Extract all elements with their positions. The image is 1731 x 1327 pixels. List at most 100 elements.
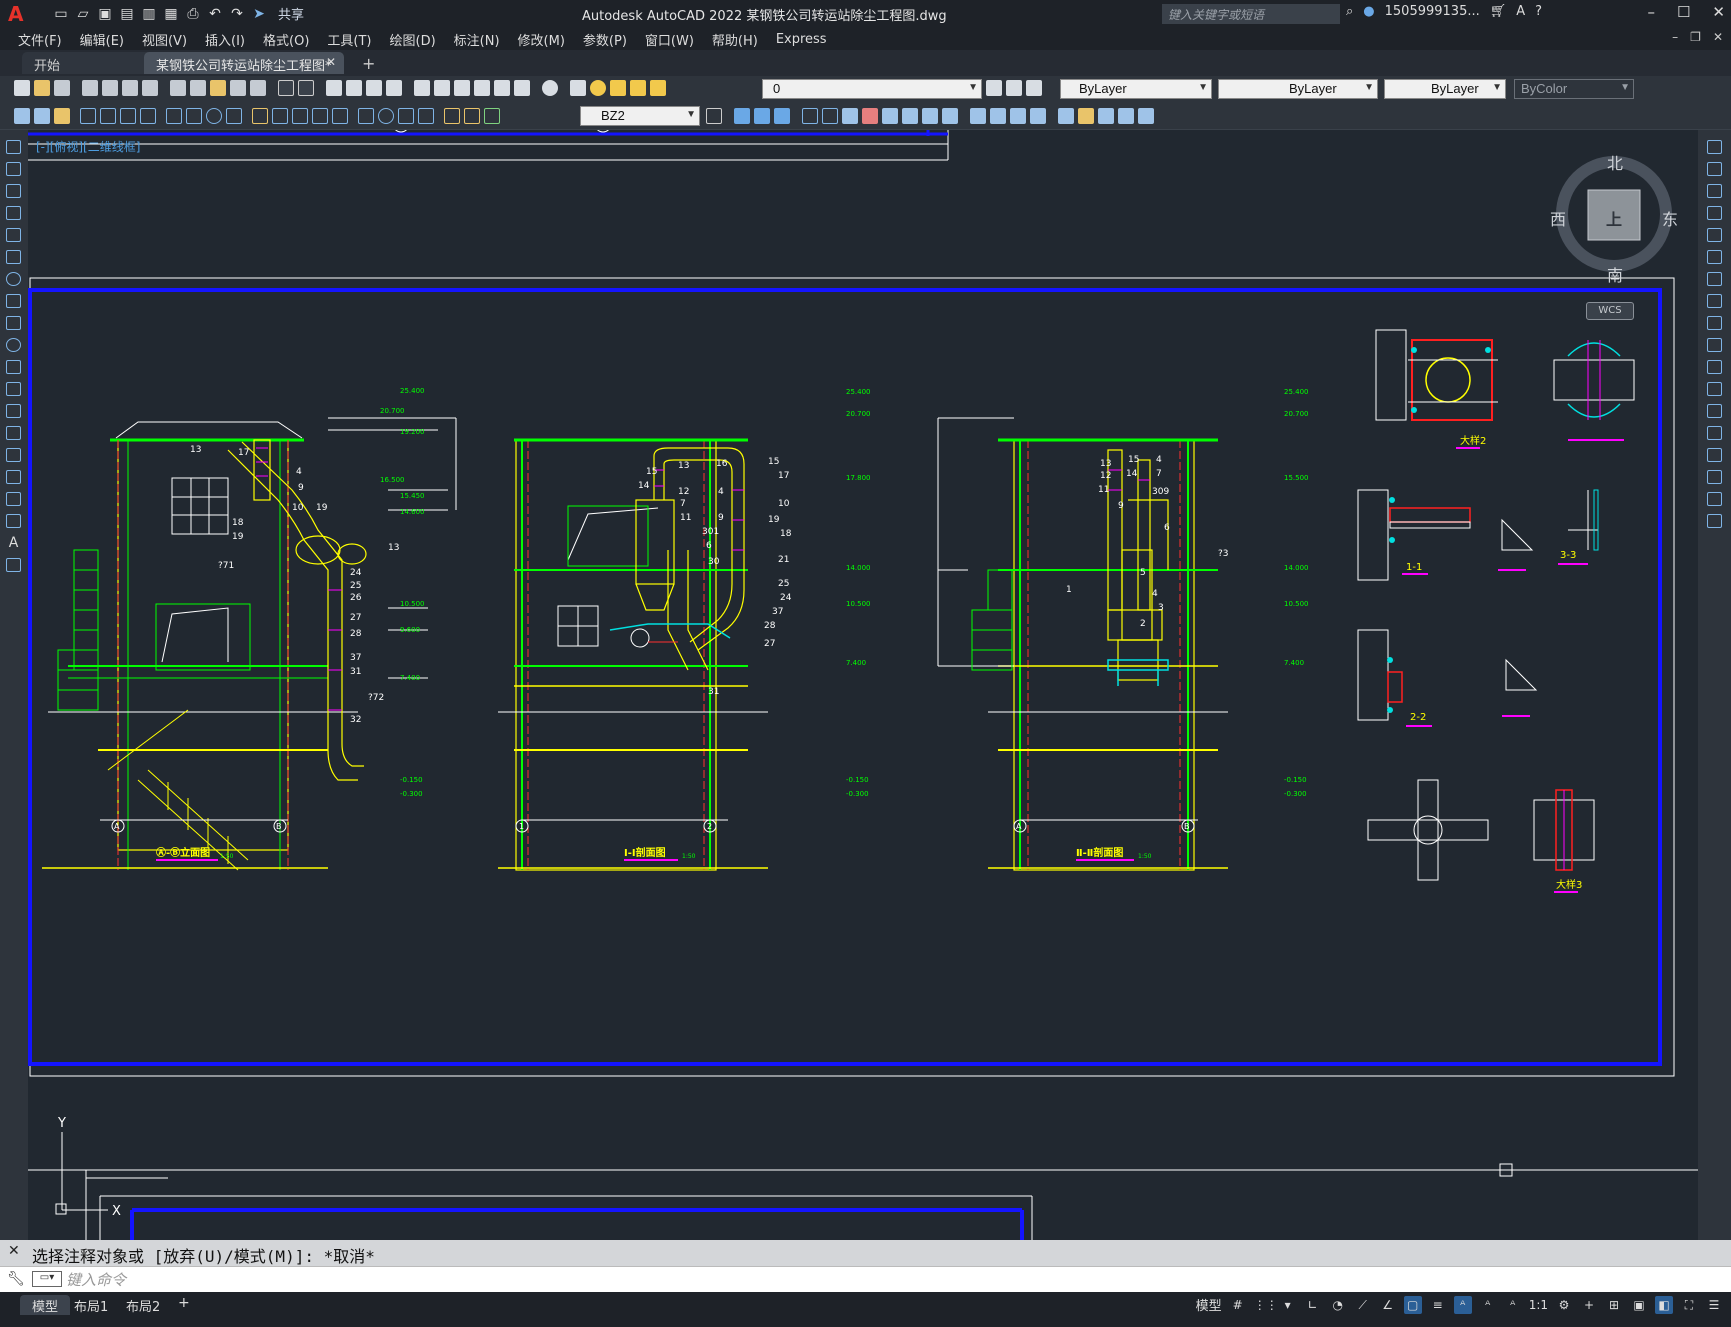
menu-window[interactable]: 窗口(W): [645, 30, 694, 49]
linetype-dropdown[interactable]: ByLayer ▼: [1218, 79, 1378, 99]
dim-linear-icon[interactable]: [80, 108, 96, 124]
move-icon[interactable]: [1707, 250, 1722, 264]
redo-tool-icon[interactable]: [298, 80, 314, 96]
menu-edit[interactable]: 编辑(E): [80, 30, 124, 49]
workspace-gear-icon[interactable]: ⚙: [1555, 1296, 1573, 1314]
menu-draw[interactable]: 绘图(D): [390, 30, 436, 49]
jog-linear-icon[interactable]: [418, 108, 434, 124]
open-web-icon[interactable]: ▥: [140, 5, 158, 23]
user-icon[interactable]: ●: [1363, 4, 1374, 19]
search-input[interactable]: 键入关键字或短语: [1162, 4, 1340, 24]
open-file-icon[interactable]: ▱: [74, 5, 92, 23]
snap-icon[interactable]: ⋮⋮: [1254, 1296, 1278, 1314]
design-center-icon[interactable]: [434, 80, 450, 96]
make-block-icon[interactable]: [6, 404, 21, 418]
annotate-icon[interactable]: [14, 108, 30, 124]
layer-dropdown[interactable]: 0 ▼: [762, 79, 982, 99]
cart-icon[interactable]: 🛒︎: [1490, 4, 1507, 19]
match-prop-icon[interactable]: [230, 80, 246, 96]
undo-icon[interactable]: ↶: [206, 5, 224, 23]
mirror-icon[interactable]: [1707, 184, 1722, 198]
tolerance-icon[interactable]: [358, 108, 374, 124]
minimize-icon[interactable]: –: [1647, 3, 1655, 21]
markup-icon[interactable]: [494, 80, 510, 96]
zoom-previous-icon[interactable]: [386, 80, 402, 96]
viewport3-icon[interactable]: [1138, 108, 1154, 124]
circle-icon[interactable]: [6, 272, 21, 286]
extend-icon[interactable]: [1707, 360, 1722, 374]
menu-dimension[interactable]: 标注(N): [454, 30, 500, 49]
layer-thaw-icon[interactable]: [610, 80, 626, 96]
ucs-icon[interactable]: [802, 108, 818, 124]
ucs-origin-icon[interactable]: [922, 108, 938, 124]
annotation-scale-value[interactable]: 1:1: [1529, 1298, 1548, 1312]
array-icon[interactable]: [1707, 228, 1722, 242]
copy-object-icon[interactable]: [1707, 162, 1722, 176]
tab-drawing[interactable]: 某钢铁公司转运站除尘工程图* ✕: [144, 52, 344, 74]
ellipse-icon[interactable]: [6, 338, 21, 352]
add-icon[interactable]: +: [1580, 1296, 1598, 1314]
annotation-scale-icon[interactable]: ᴬ: [1504, 1296, 1522, 1314]
close-icon[interactable]: ✕: [1712, 3, 1725, 21]
isolate-icon[interactable]: ◧: [1655, 1295, 1673, 1314]
dim-ordinate-icon[interactable]: [140, 108, 156, 124]
preview-icon[interactable]: [102, 80, 118, 96]
line-icon[interactable]: [6, 140, 21, 154]
spline-icon[interactable]: [6, 316, 21, 330]
visual-style5-icon[interactable]: [1058, 108, 1074, 124]
layout-tab-1[interactable]: 布局1: [62, 1295, 120, 1315]
trim-icon[interactable]: [1707, 338, 1722, 352]
quick-props-icon[interactable]: ▣: [1630, 1296, 1648, 1314]
offset-icon[interactable]: [1707, 206, 1722, 220]
layer-on-icon[interactable]: [590, 80, 606, 96]
hatch-icon[interactable]: [6, 448, 21, 462]
dim-baseline-icon[interactable]: [272, 108, 288, 124]
dim-style-icon[interactable]: [706, 108, 722, 124]
doc-minimize-icon[interactable]: –: [1672, 30, 1678, 44]
tab-start[interactable]: 开始: [22, 52, 152, 74]
redo-icon[interactable]: ↷: [228, 5, 246, 23]
join-icon[interactable]: [1707, 426, 1722, 440]
plot-icon[interactable]: ⎙: [184, 5, 202, 23]
wrench-icon[interactable]: 🔧︎: [7, 1271, 25, 1287]
layer-lock-icon[interactable]: [650, 80, 666, 96]
3dprint-icon[interactable]: [142, 80, 158, 96]
customize-icon[interactable]: ☰: [1705, 1296, 1723, 1314]
ucs-view-icon[interactable]: [902, 108, 918, 124]
autodesk-app-icon[interactable]: A: [1516, 4, 1525, 19]
paste-icon[interactable]: [210, 80, 226, 96]
copy-icon[interactable]: [190, 80, 206, 96]
dim-aligned-icon[interactable]: [100, 108, 116, 124]
share-button[interactable]: 共享: [278, 4, 304, 23]
wcs-menu[interactable]: WCS: [1586, 302, 1634, 320]
compass-east[interactable]: 东: [1662, 206, 1678, 230]
dim-tedit-icon[interactable]: [464, 108, 480, 124]
doc-close-icon[interactable]: ✕: [1713, 30, 1723, 44]
region-icon[interactable]: [6, 492, 21, 506]
command-close-icon[interactable]: ✕: [8, 1243, 20, 1259]
viewcube-top-face[interactable]: 上: [1606, 206, 1622, 230]
publish-icon[interactable]: [122, 80, 138, 96]
annotation-visibility-icon[interactable]: ᴬ: [1453, 1295, 1472, 1314]
help-tool-icon[interactable]: [542, 80, 558, 96]
polar-icon[interactable]: ◔: [1329, 1296, 1347, 1314]
ucs-object-icon[interactable]: [882, 108, 898, 124]
table-icon[interactable]: [6, 514, 21, 528]
center-mark-icon[interactable]: [378, 108, 394, 124]
view-front-icon[interactable]: [734, 108, 750, 124]
undo-tool-icon[interactable]: [278, 80, 294, 96]
viewport-controls[interactable]: [-][俯视][二维线框]: [36, 138, 140, 155]
drawing-canvas[interactable]: 13 17 4 9 18 19 10 19 ?71 13 24 25 26 27 28 37 31 ?72…: [28, 130, 1698, 1240]
block-editor-icon[interactable]: [250, 80, 266, 96]
isodraft-icon[interactable]: ⟋: [1354, 1296, 1372, 1314]
dim-space-icon[interactable]: [312, 108, 328, 124]
auto-scale-icon[interactable]: ᴬ: [1479, 1296, 1497, 1314]
layer-previous-icon[interactable]: [1006, 80, 1022, 96]
menu-view[interactable]: 视图(V): [142, 30, 187, 49]
cut-icon[interactable]: [170, 80, 186, 96]
infer-constraints-icon[interactable]: ▾: [1279, 1296, 1297, 1314]
dim-diameter-icon[interactable]: [206, 108, 222, 124]
units-icon[interactable]: ⊞: [1605, 1296, 1623, 1314]
construction-line-icon[interactable]: [6, 162, 21, 176]
ucs-face-icon[interactable]: [862, 108, 878, 124]
